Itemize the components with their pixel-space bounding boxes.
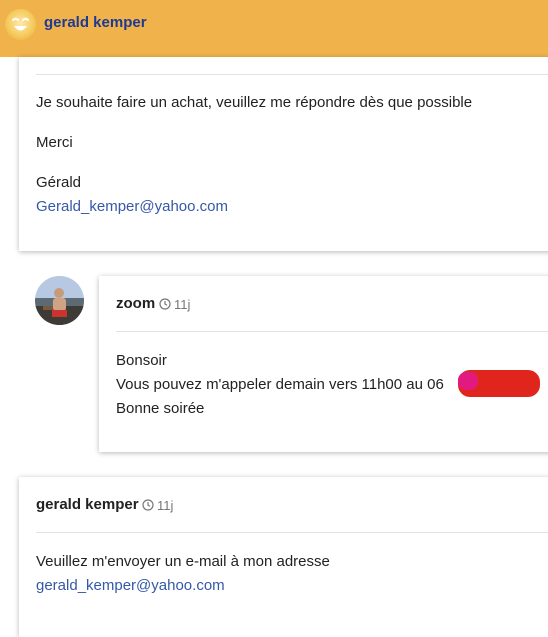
message-author[interactable]: gerald kemper <box>36 496 139 513</box>
message-divider <box>36 532 548 533</box>
message-card: Je souhaite faire un achat, veuillez me … <box>19 57 548 251</box>
message-text: Vous pouvez m'appeler demain vers 11h00 … <box>116 376 444 393</box>
smiley-avatar-icon[interactable] <box>5 9 36 40</box>
message-card: zoom 11j Bonsoir Vous pouvez m'appeler d… <box>99 276 548 452</box>
clock-icon <box>159 298 171 310</box>
avatar[interactable] <box>35 276 84 325</box>
message-timestamp: 11j <box>142 498 173 513</box>
message-text: Veuillez m'envoyer un e-mail à mon adres… <box>36 553 330 570</box>
message-text: Merci <box>36 134 73 151</box>
message-card: gerald kemper 11j Veuillez m'envoyer un … <box>19 477 548 637</box>
message-text: Bonne soirée <box>116 400 205 417</box>
message-text: Bonsoir <box>116 352 167 369</box>
header-username[interactable]: gerald kemper <box>44 14 147 31</box>
clock-icon <box>142 499 154 511</box>
timestamp-text: 11j <box>174 297 191 312</box>
message-divider <box>116 331 548 332</box>
message-text: Je souhaite faire un achat, veuillez me … <box>36 94 473 111</box>
timestamp-text: 11j <box>157 498 174 513</box>
redaction-mark <box>458 370 540 397</box>
conversation-header: gerald kemper <box>0 0 548 57</box>
message-timestamp: 11j <box>159 297 190 312</box>
email-link[interactable]: gerald_kemper@yahoo.com <box>36 577 225 594</box>
message-author[interactable]: zoom <box>116 295 155 312</box>
email-link[interactable]: Gerald_kemper@yahoo.com <box>36 198 228 215</box>
signature-name: Gérald <box>36 174 82 191</box>
message-divider <box>36 74 548 75</box>
